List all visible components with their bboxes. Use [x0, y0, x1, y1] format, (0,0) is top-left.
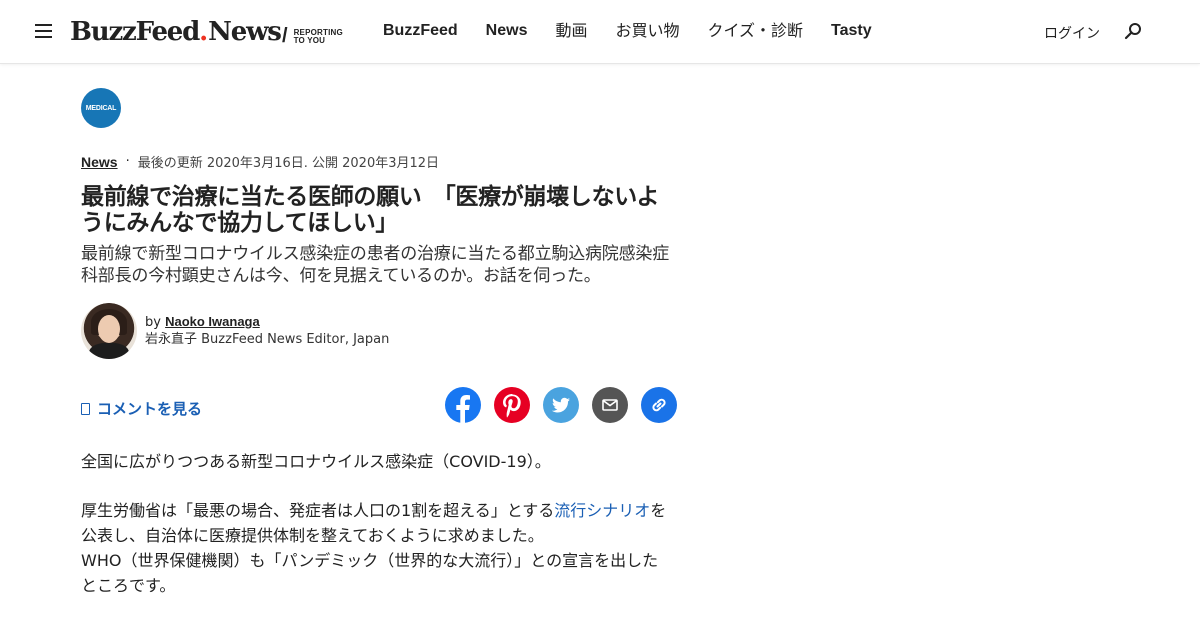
view-comments-link[interactable]: コメントを見る [81, 398, 202, 419]
medical-badge[interactable]: MEDICAL [81, 88, 121, 128]
site-logo[interactable]: BuzzFeed. News [70, 14, 282, 50]
badge-label: MEDICAL [85, 104, 117, 112]
login-link[interactable]: ログイン [1044, 23, 1100, 43]
nav-item-shopping[interactable]: お買い物 [615, 20, 679, 42]
scenario-link[interactable]: 流行シナリオ [554, 501, 650, 520]
main-nav: BuzzFeed News 動画 お買い物 クイズ・診断 Tasty [383, 20, 900, 42]
share-pinterest-button[interactable] [494, 387, 530, 423]
nav-item-video[interactable]: 動画 [555, 20, 587, 42]
meta-separator: · [125, 154, 130, 169]
pinterest-icon [503, 394, 521, 418]
category-link[interactable]: News [81, 154, 118, 170]
nav-item-news[interactable]: News [486, 20, 528, 42]
comment-icon [81, 402, 90, 415]
author-avatar[interactable] [81, 303, 137, 359]
site-header: BuzzFeed. News / REPORTING TO YOU BuzzFee… [0, 0, 1200, 64]
share-facebook-button[interactable] [445, 387, 481, 423]
comments-label: コメントを見る [97, 400, 203, 418]
author-name-link[interactable]: Naoko Iwanaga [165, 314, 260, 329]
link-icon [652, 398, 666, 412]
tagline-line-2: TO YOU [293, 35, 326, 45]
facebook-icon [456, 395, 470, 423]
twitter-icon [551, 397, 570, 413]
article-dek: 最前線で新型コロナウイルス感染症の患者の治療に当たる都立駒込病院感染症科部長の今… [81, 244, 669, 286]
body-paragraph-2: 厚生労働省は「最悪の場合、発症者は人口の1割を超える」とする流行シナリオを公表し… [81, 501, 667, 545]
nav-item-quiz[interactable]: クイズ・診断 [708, 20, 804, 42]
logo-buzzfeed: BuzzFeed [70, 17, 200, 47]
email-icon [602, 399, 618, 411]
menu-icon[interactable] [35, 24, 52, 38]
body-paragraph-3: WHO（世界保健機関）も「パンデミック（世界的な大流行）」との宣言を出したところ… [81, 551, 659, 595]
share-email-button[interactable] [592, 387, 628, 423]
article-headline: 最前線で治療に当たる医師の願い 「医療が崩壊しないようにみんなで協力してほしい」 [81, 184, 660, 236]
nav-item-buzzfeed[interactable]: BuzzFeed [383, 20, 458, 42]
logo-tagline: / REPORTING TO YOU [282, 25, 372, 48]
copy-link-button[interactable] [641, 387, 677, 423]
share-twitter-button[interactable] [543, 387, 579, 423]
author-role: 岩永直子 BuzzFeed News Editor, Japan [145, 332, 390, 347]
article-meta: News · 最後の更新 2020年3月16日. 公開 2020年3月12日 [81, 152, 440, 172]
article-dates: 最後の更新 2020年3月16日. 公開 2020年3月12日 [137, 156, 440, 171]
search-icon[interactable] [1124, 22, 1142, 40]
body-paragraph-1: 全国に広がりつつある新型コロナウイルス感染症（COVID-19）。 [81, 452, 551, 471]
logo-news: News [208, 17, 282, 47]
nav-item-tasty[interactable]: Tasty [831, 20, 872, 42]
byline-by: by [145, 315, 161, 330]
byline: by Naoko Iwanaga 岩永直子 BuzzFeed News Edit… [145, 313, 389, 348]
